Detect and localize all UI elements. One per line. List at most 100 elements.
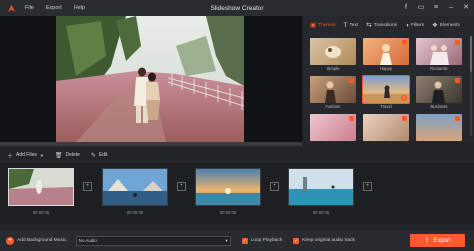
export-button[interactable]: ⇪ Export	[410, 234, 465, 247]
trash-icon: 🗑	[54, 152, 63, 159]
tab-themes[interactable]: ▣ Themes	[306, 16, 339, 34]
theme-thumbnail	[416, 38, 462, 65]
theme-item-travel[interactable]: ✓ Travel	[362, 75, 410, 111]
theme-thumbnail	[310, 76, 356, 103]
download-icon[interactable]	[455, 40, 460, 45]
chevron-down-icon: ▼	[39, 152, 44, 158]
theme-label: Travel	[380, 104, 392, 109]
themes-scrollbar[interactable]	[470, 36, 472, 136]
timeline-clip[interactable]: 00:00:05	[8, 168, 74, 215]
tab-text-label: Text	[349, 22, 359, 28]
add-music-label: Add Background Music:	[17, 238, 68, 243]
theme-thumbnail	[310, 114, 356, 141]
timeline-clip[interactable]: 00:00:05	[102, 168, 168, 215]
theme-item-romantic[interactable]: Romantic	[416, 38, 462, 73]
add-music-icon[interactable]: +	[6, 236, 14, 245]
clip-duration: 00:00:05	[126, 210, 144, 215]
add-transition-button[interactable]: +	[177, 182, 186, 191]
theme-thumbnail: ✓	[362, 75, 410, 104]
add-files-button[interactable]: ＋ Add Files ▼	[7, 151, 44, 160]
timeline-clip[interactable]: 00:00:05	[288, 168, 354, 215]
timeline: 00:00:05 + 00:00:05 + 00:00:05 + 00:00:0…	[0, 164, 474, 224]
clip-thumbnail	[8, 168, 74, 206]
tab-elements[interactable]: ❖ Elements	[428, 16, 464, 34]
text-icon: T	[343, 21, 348, 29]
playback-progress-bar[interactable]	[0, 142, 302, 146]
theme-thumbnail	[363, 38, 409, 65]
export-label: Export	[433, 237, 451, 244]
export-icon: ⇪	[424, 238, 430, 244]
menu-file[interactable]: File	[25, 5, 34, 11]
elements-icon: ❖	[432, 22, 438, 29]
add-icon: ＋	[7, 153, 14, 160]
minimize-icon[interactable]: –	[447, 4, 455, 12]
tab-filters[interactable]: ◑ Filters	[401, 16, 428, 34]
theme-thumbnail	[416, 114, 462, 141]
check-icon: ✓	[401, 95, 407, 101]
menu-icon[interactable]: ≡	[432, 4, 440, 12]
preview-image	[56, 16, 244, 142]
download-icon[interactable]	[402, 116, 407, 121]
transitions-icon: ⇆	[366, 22, 372, 29]
effects-panel: ▣ Themes T Text ⇆ Transitions ◑ Filters …	[302, 16, 474, 142]
download-icon[interactable]	[349, 116, 354, 121]
add-transition-button[interactable]: +	[270, 182, 279, 191]
tab-elements-label: Elements	[439, 22, 460, 28]
audio-select[interactable]: No Audio ▾	[75, 235, 231, 246]
theme-label: Happy	[379, 66, 393, 71]
theme-label: Simple	[326, 66, 340, 71]
preview-area	[0, 16, 302, 142]
media-toolbar: ＋ Add Files ▼ 🗑 Delete ✎ Edit	[0, 147, 474, 164]
timeline-clip[interactable]: 00:00:05	[195, 168, 261, 215]
checkbox-checked-icon: ✓	[293, 237, 300, 244]
theme-item-7[interactable]	[310, 114, 356, 141]
edit-button[interactable]: ✎ Edit	[91, 152, 108, 159]
edit-icon: ✎	[90, 152, 96, 159]
loop-playback-label: Loop Playback	[250, 238, 283, 243]
theme-label: Business	[430, 104, 448, 109]
download-icon[interactable]	[455, 78, 460, 83]
tab-transitions-label: Transitions	[373, 22, 398, 28]
add-transition-button[interactable]: +	[83, 182, 92, 191]
filters-icon: ◑	[405, 21, 409, 29]
tab-text[interactable]: T Text	[339, 16, 362, 34]
close-icon[interactable]: ✕	[462, 4, 470, 12]
tab-themes-label: Themes	[318, 22, 336, 28]
themes-icon: ▣	[310, 22, 317, 29]
effects-tabs: ▣ Themes T Text ⇆ Transitions ◑ Filters …	[303, 16, 474, 34]
chat-icon[interactable]: ▭	[417, 4, 425, 12]
theme-item-fashion[interactable]: Fashion	[310, 76, 356, 111]
theme-item-8[interactable]	[363, 114, 409, 141]
delete-label: Delete	[65, 152, 80, 158]
clip-duration: 00:00:05	[219, 210, 237, 215]
theme-item-business[interactable]: Business	[416, 76, 462, 111]
tab-transitions[interactable]: ⇆ Transitions	[362, 16, 401, 34]
checkbox-checked-icon: ✓	[241, 237, 248, 244]
download-icon[interactable]	[455, 116, 460, 121]
title-bar: File Export Help Slideshow Creator f ▭ ≡…	[0, 0, 474, 16]
theme-label: Fashion	[325, 104, 341, 109]
menu-help[interactable]: Help	[74, 5, 85, 11]
keep-audio-checkbox[interactable]: ✓ Keep original audio track	[293, 237, 355, 244]
theme-item-simple[interactable]: Simple	[310, 38, 356, 73]
add-transition-button[interactable]: +	[363, 182, 372, 191]
menu-export[interactable]: Export	[46, 5, 62, 11]
download-icon[interactable]	[402, 40, 407, 45]
tab-filters-label: Filters	[410, 22, 425, 28]
loop-playback-checkbox[interactable]: ✓ Loop Playback	[241, 237, 283, 244]
facebook-icon[interactable]: f	[402, 4, 410, 12]
theme-thumbnail	[416, 76, 462, 103]
delete-button[interactable]: 🗑 Delete	[55, 152, 80, 159]
clip-duration: 00:00:05	[312, 210, 330, 215]
download-icon[interactable]	[349, 78, 354, 83]
theme-thumbnail	[310, 38, 356, 65]
audio-select-value: No Audio	[78, 237, 97, 243]
clip-duration: 00:00:05	[32, 210, 50, 215]
clip-thumbnail	[102, 168, 168, 206]
add-files-label: Add Files	[16, 152, 37, 158]
clip-thumbnail	[288, 168, 354, 206]
keep-audio-label: Keep original audio track	[302, 238, 355, 243]
theme-item-happy[interactable]: Happy	[363, 38, 409, 73]
theme-item-9[interactable]	[416, 114, 462, 141]
clip-thumbnail	[195, 168, 261, 206]
